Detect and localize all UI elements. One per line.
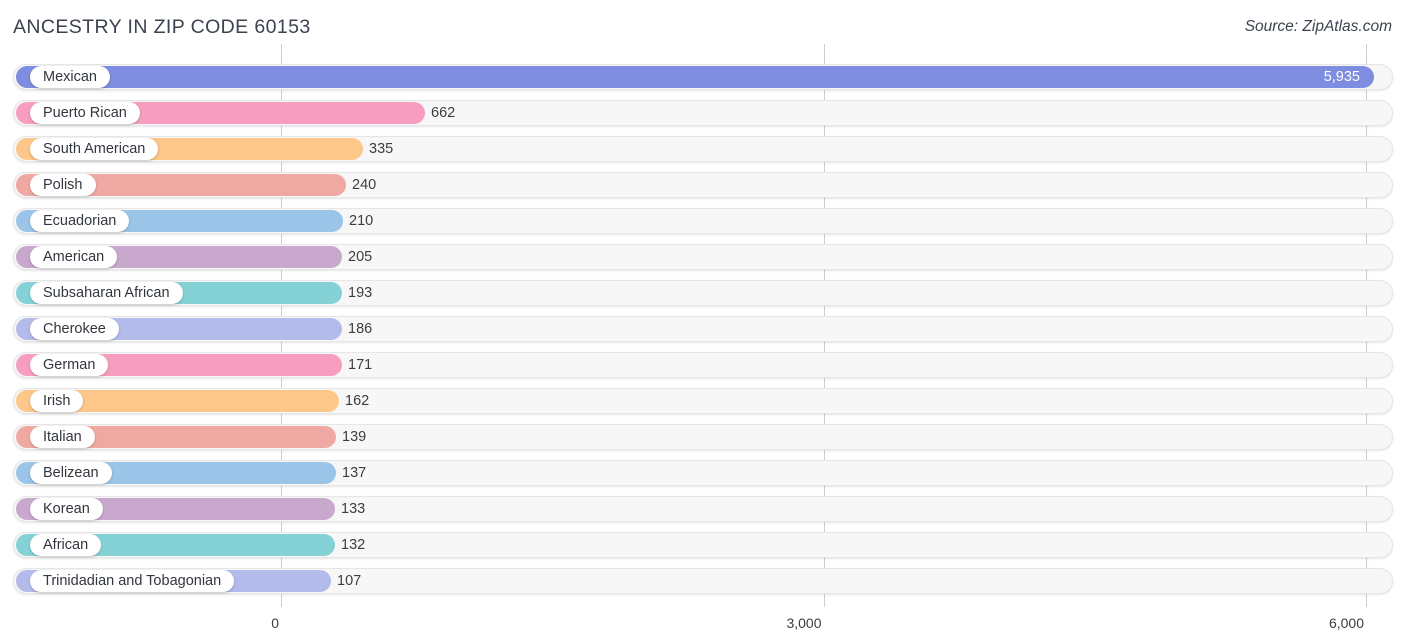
bar-value-label: 205 — [348, 249, 373, 265]
bar-category-label[interactable]: South American — [30, 138, 159, 160]
bar-category-label[interactable]: Puerto Rican — [30, 102, 140, 124]
bar-row[interactable]: 137 Belizean — [0, 458, 1406, 488]
bar-row[interactable]: 162 Irish — [0, 386, 1406, 416]
bar-row[interactable]: 662 Puerto Rican — [0, 98, 1406, 128]
bar-row[interactable]: 171 German — [0, 350, 1406, 380]
bar-value-label: 139 — [342, 429, 367, 445]
bar-category-label[interactable]: American — [30, 246, 118, 268]
bar-row[interactable]: 210 Ecuadorian — [0, 206, 1406, 236]
bar-row[interactable]: 132 African — [0, 530, 1406, 560]
bar-value-label: 171 — [348, 357, 373, 373]
bar-value-label: 186 — [348, 321, 373, 337]
bar-row[interactable]: 5,935 Mexican — [0, 62, 1406, 92]
bar-row[interactable]: 139 Italian — [0, 422, 1406, 452]
bar-row[interactable]: 193 Subsaharan African — [0, 278, 1406, 308]
axis-tick-label: 3,000 — [786, 615, 822, 631]
bar-row[interactable]: 107 Trinidadian and Tobagonian — [0, 566, 1406, 596]
ancestry-bar-chart: ANCESTRY IN ZIP CODE 60153 Source: ZipAt… — [0, 0, 1406, 644]
axis-tick-label: 6,000 — [1328, 615, 1364, 631]
bar-category-label[interactable]: Irish — [30, 390, 84, 412]
page-title: ANCESTRY IN ZIP CODE 60153 — [13, 16, 311, 38]
bar-category-label[interactable]: African — [30, 534, 102, 556]
bar-category-label[interactable]: Belizean — [30, 462, 112, 484]
bar-row[interactable]: 335 South American — [0, 134, 1406, 164]
bar-value-label: 210 — [349, 213, 374, 229]
bar-rows: 5,935 Mexican 662 Puerto Rican 335 South Amer… — [0, 62, 1406, 602]
bar-value-label: 107 — [337, 573, 362, 589]
bar-row[interactable]: 133 Korean — [0, 494, 1406, 524]
bar-category-label[interactable]: Ecuadorian — [30, 210, 130, 232]
bar-category-label[interactable]: Trinidadian and Tobagonian — [30, 570, 235, 592]
bar-value-label: 240 — [352, 177, 377, 193]
bar-category-label[interactable]: Mexican — [30, 66, 110, 88]
bar-value-label: 662 — [431, 105, 456, 121]
x-axis: 0 3,000 6,000 — [0, 607, 1406, 644]
bar-row[interactable]: 205 American — [0, 242, 1406, 272]
bar-value-label: 137 — [342, 465, 367, 481]
bar-category-label[interactable]: German — [30, 354, 109, 376]
bar-category-label[interactable]: Cherokee — [30, 318, 119, 340]
axis-tick-label: 0 — [271, 615, 279, 631]
bar-value-label: 162 — [345, 393, 370, 409]
bar-value-label: 193 — [348, 285, 373, 301]
bar-value-label: 133 — [341, 501, 366, 517]
source-attribution: Source: ZipAtlas.com — [1244, 18, 1392, 35]
bar-value-label: 132 — [341, 537, 366, 553]
bar-value-label: 5,935 — [1323, 69, 1360, 85]
bar-row[interactable]: 186 Cherokee — [0, 314, 1406, 344]
plot-area: 5,935 Mexican 662 Puerto Rican 335 South Amer… — [0, 44, 1406, 607]
bar-category-label[interactable]: Italian — [30, 426, 95, 448]
bar-row[interactable]: 240 Polish — [0, 170, 1406, 200]
bar-category-label[interactable]: Korean — [30, 498, 103, 520]
bar-value-label: 335 — [369, 141, 394, 157]
bar-category-label[interactable]: Subsaharan African — [30, 282, 183, 304]
bar-category-label[interactable]: Polish — [30, 174, 96, 196]
bar-fill[interactable]: 5,935 — [16, 66, 1374, 88]
